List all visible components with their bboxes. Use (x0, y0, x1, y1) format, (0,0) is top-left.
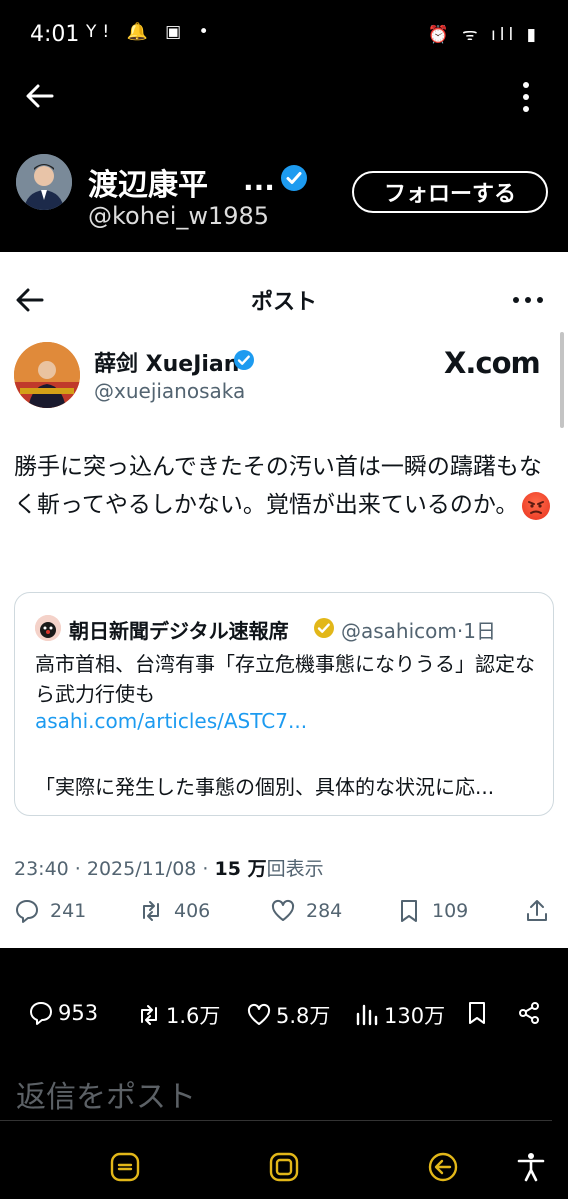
heart-icon (271, 899, 295, 921)
heart-icon (247, 1003, 271, 1025)
xcom-watermark: X.com (444, 346, 541, 380)
tweet-text: 勝手に突っ込んできたその汚い首は一瞬の躊躇もなく斬ってやるしかない。覚悟が出来て… (14, 448, 554, 524)
tweet-view-label: 回表示 (266, 858, 324, 880)
card-reply-count: 241 (50, 900, 87, 922)
reply-icon (30, 1002, 52, 1025)
tweet-timestamp: 23:40 · 2025/11/08 · (14, 858, 215, 880)
card-page-title: ポスト (250, 290, 317, 315)
card-repost-stat: 406 (138, 898, 210, 924)
card-share-stat (524, 898, 550, 924)
status-notification-icons: Y! 🔔 ▣ • (86, 22, 215, 42)
views-count: 130万 (384, 1004, 446, 1028)
like-button[interactable]: 5.8万 (246, 1000, 330, 1030)
card-reply-stat: 241 (14, 898, 86, 924)
follow-button[interactable]: フォローする (352, 171, 548, 213)
card-like-count: 284 (306, 900, 343, 922)
accessibility-icon[interactable] (514, 1150, 548, 1184)
profile-avatar[interactable] (16, 154, 72, 210)
views-chart-icon (356, 1004, 378, 1026)
repost-icon (143, 901, 159, 921)
bookmark-icon (469, 1002, 485, 1024)
more-options-icon[interactable] (516, 80, 536, 114)
tweet-author-name: 薛剑 XueJian (94, 352, 240, 377)
tweet-text-body: 勝手に突っ込んできたその汚い首は一瞬の躊躇もなく斬ってやるしかない。覚悟が出来て… (14, 454, 542, 518)
angry-face-emoji-icon (522, 491, 551, 520)
quoted-author-name: 朝日新聞デジタル速報席 (69, 619, 289, 643)
tweet-meta: 23:40 · 2025/11/08 · 15 万回表示 (14, 854, 324, 881)
repost-button[interactable]: 1.6万 (136, 1000, 220, 1030)
gold-verified-badge-icon (314, 618, 334, 638)
nav-back-icon[interactable] (426, 1150, 460, 1184)
card-more-icon (513, 297, 543, 303)
quoted-post: 朝日新聞デジタル速報席 @asahicom·1日 高市首相、台湾有事「存立危機事… (14, 592, 554, 816)
bookmark-icon (401, 900, 417, 922)
tweet-verified-badge-icon (234, 350, 254, 370)
tweet-author-handle: @xuejianosaka (94, 379, 246, 403)
embedded-post-image: ポスト 薛剑 XueJian @xuejianosaka X.com 勝手に突っ… (0, 252, 568, 948)
quoted-text: 高市首相、台湾有事「存立危機事態になりうる」認定なら武力行使も (35, 652, 535, 706)
repost-count: 1.6万 (166, 1004, 221, 1028)
tweet-action-bar: 241 406 284 109 (0, 898, 568, 938)
profile-name: 渡辺康平 (88, 168, 208, 203)
reply-icon (16, 900, 38, 923)
card-bookmark-count: 109 (432, 900, 469, 922)
reply-button[interactable]: 953 (28, 1000, 98, 1026)
reply-input[interactable]: 返信をポスト (16, 1072, 196, 1116)
share-button[interactable] (516, 1000, 542, 1026)
back-arrow-icon[interactable] (24, 80, 56, 112)
share-icon (527, 900, 547, 921)
reply-divider (0, 1120, 552, 1121)
reply-count: 953 (58, 1001, 99, 1025)
card-bookmark-stat: 109 (396, 898, 468, 924)
home-icon[interactable] (267, 1150, 301, 1184)
like-count: 5.8万 (276, 1004, 331, 1028)
recent-apps-icon[interactable] (108, 1150, 142, 1184)
views-button[interactable]: 130万 (354, 1000, 445, 1030)
share-icon (519, 1002, 539, 1024)
bookmark-button[interactable] (464, 1000, 490, 1026)
status-system-icons: ⏰ ᯤ ıll ▮ (427, 25, 540, 45)
repost-icon (141, 1005, 157, 1025)
tweet-author-avatar (14, 342, 80, 408)
status-bar: 4:01 Y! 🔔 ▣ • ⏰ ᯤ ıll ▮ (0, 0, 568, 70)
profile-name-ellipsis: ... (243, 164, 275, 197)
quoted-text-continuation: 「実際に発生した事態の個別、具体的な状況に応... (35, 775, 495, 799)
quoted-author-handle: @asahicom·1日 (341, 619, 496, 643)
quoted-link: asahi.com/articles/ASTC7... (35, 709, 308, 733)
profile-handle: @kohei_w1985 (88, 202, 270, 230)
tweet-view-count: 15 万 (214, 858, 267, 880)
verified-badge-icon (281, 165, 307, 191)
card-like-stat: 284 (270, 898, 342, 924)
scrollbar-thumb (560, 332, 564, 428)
status-time: 4:01 (30, 22, 80, 47)
card-repost-count: 406 (174, 900, 211, 922)
quoted-author-avatar (35, 615, 61, 641)
